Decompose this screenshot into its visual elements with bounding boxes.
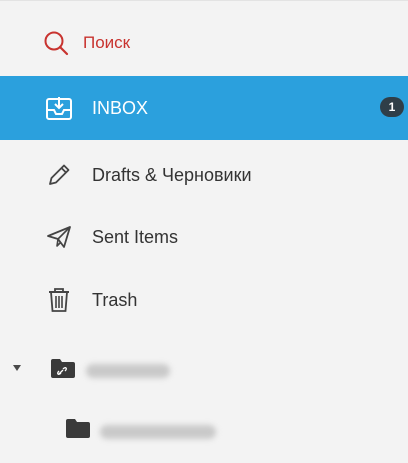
sidebar-item-label: Drafts & Черновики xyxy=(92,164,252,185)
chevron-down-icon[interactable] xyxy=(13,365,21,371)
search-item[interactable]: Поиск xyxy=(0,13,408,73)
sidebar-item-sent[interactable]: Sent Items xyxy=(0,207,408,267)
sidebar-item-label: Trash xyxy=(92,289,138,310)
sidebar-item-label: INBOX xyxy=(92,97,149,118)
inbox-icon xyxy=(45,94,73,122)
search-label: Поиск xyxy=(83,33,131,52)
paper-plane-icon xyxy=(45,223,73,251)
trash-icon xyxy=(45,286,73,314)
unread-count-badge: 1 xyxy=(380,97,404,117)
sidebar-item-label: Sent Items xyxy=(92,226,179,247)
sidebar-item-drafts[interactable]: Drafts & Черновики xyxy=(0,145,408,205)
folder-name-redacted xyxy=(100,425,216,439)
pencil-icon xyxy=(45,161,73,189)
shared-folder-icon xyxy=(50,357,76,379)
mail-folder-sidebar: Поиск INBOX 1 Drafts & Черновики Sent It… xyxy=(0,0,408,463)
sidebar-item-trash[interactable]: Trash xyxy=(0,270,408,330)
folder-icon xyxy=(65,417,91,439)
folder-name-redacted xyxy=(86,364,170,378)
search-icon xyxy=(42,29,70,57)
sidebar-item-inbox[interactable]: INBOX 1 xyxy=(0,76,408,140)
